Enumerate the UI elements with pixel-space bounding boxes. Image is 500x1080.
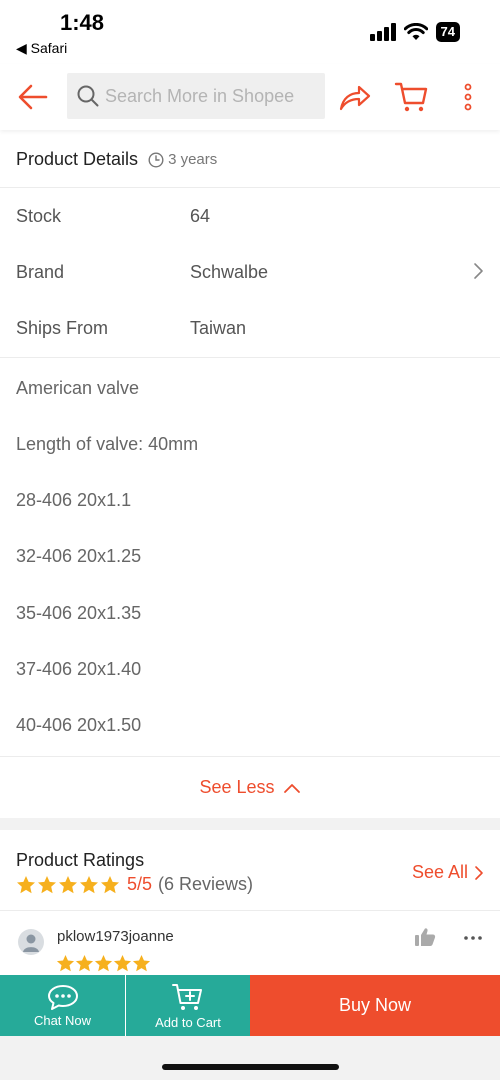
star-icon (38, 875, 56, 893)
star-icon (132, 954, 151, 972)
status-bar: 1:48 ◀ Safari 74 (0, 0, 500, 64)
user-icon (23, 934, 39, 952)
buy-now-button[interactable]: Buy Now (250, 975, 500, 1036)
spec-label: Brand (16, 261, 65, 282)
review-count: (6 Reviews) (158, 874, 254, 894)
rating-score: 5/5 (127, 874, 153, 894)
home-indicator-area (0, 1036, 500, 1080)
product-details-title: Product Details (16, 149, 139, 169)
back-to-safari-link[interactable]: ◀ Safari (16, 40, 67, 57)
star-icon (94, 954, 113, 972)
reviewer-username: pklow1973joanne (57, 928, 174, 945)
more-options-icon[interactable] (462, 928, 484, 948)
product-details-header: Product Details 3 years (0, 132, 500, 188)
spec-row-ships-from: Ships From Taiwan (0, 300, 500, 356)
add-to-cart-icon (172, 983, 202, 1010)
wifi-icon (403, 23, 428, 40)
status-icons: 74 (369, 22, 460, 42)
spec-label: Ships From (16, 317, 109, 338)
see-all-ratings-link[interactable]: See All (412, 862, 484, 883)
signal-icon (369, 23, 396, 41)
cart-icon[interactable] (394, 78, 430, 114)
star-icon (75, 954, 94, 972)
star-icon (101, 875, 119, 893)
description-line: 40-406 20x1.50 (16, 715, 142, 735)
divider (0, 910, 500, 911)
avatar (18, 929, 44, 955)
chevron-up-icon (283, 783, 300, 793)
see-all-label: See All (411, 862, 468, 882)
description-line: 37-406 20x1.40 (16, 659, 142, 679)
top-navigation: Search More in Shopee (0, 64, 500, 130)
description-line: 35-406 20x1.35 (16, 603, 142, 623)
description-line: 32-406 20x1.25 (16, 546, 142, 566)
spec-row-brand[interactable]: Brand Schwalbe (0, 244, 500, 300)
clock-icon (148, 151, 164, 168)
see-less-label: See Less (199, 777, 275, 797)
description-line: American valve (16, 378, 140, 398)
search-icon (77, 85, 99, 107)
share-icon[interactable] (338, 80, 372, 114)
battery-icon: 74 (435, 22, 460, 42)
spec-label: Stock (16, 205, 62, 226)
status-time: 1:48 (60, 10, 105, 35)
chevron-right-icon (474, 263, 483, 279)
spec-value: 64 (190, 205, 211, 226)
add-to-cart-label: Add to Cart (155, 1014, 221, 1030)
back-arrow-icon[interactable] (16, 80, 50, 114)
divider (0, 357, 500, 358)
buy-now-label: Buy Now (338, 995, 412, 1015)
listing-age-text: 3 years (168, 151, 218, 168)
star-icon (113, 954, 132, 972)
home-indicator[interactable] (162, 1064, 339, 1070)
star-icon (17, 875, 35, 893)
add-to-cart-button[interactable]: Add to Cart (126, 975, 250, 1036)
chat-icon (47, 984, 78, 1010)
description-line: 28-406 20x1.1 (16, 490, 132, 510)
more-options-icon[interactable] (456, 80, 480, 114)
chat-now-button[interactable]: Chat Now (0, 975, 125, 1036)
spec-value: Taiwan (190, 317, 247, 338)
chat-now-label: Chat Now (33, 1012, 92, 1028)
listing-age: 3 years (148, 151, 217, 168)
search-placeholder: Search More in Shopee (105, 85, 295, 106)
bottom-action-bar: Chat Now Add to Cart Buy Now (0, 975, 500, 1036)
section-gap (0, 818, 500, 830)
product-ratings-title: Product Ratings (16, 850, 145, 870)
see-less-button[interactable]: See Less (0, 756, 500, 818)
search-input[interactable]: Search More in Shopee (67, 73, 325, 119)
chevron-right-icon (475, 865, 483, 880)
star-icon (59, 875, 77, 893)
spec-value: Schwalbe (190, 261, 269, 282)
ratings-summary: 5/5 (6 Reviews) (16, 874, 253, 895)
star-icon (80, 875, 98, 893)
star-icon (56, 954, 75, 972)
description-line: Length of valve: 40mm (16, 434, 199, 454)
thumbs-up-icon[interactable] (414, 927, 436, 947)
review-stars (56, 954, 151, 973)
spec-row-stock: Stock 64 (0, 188, 500, 244)
